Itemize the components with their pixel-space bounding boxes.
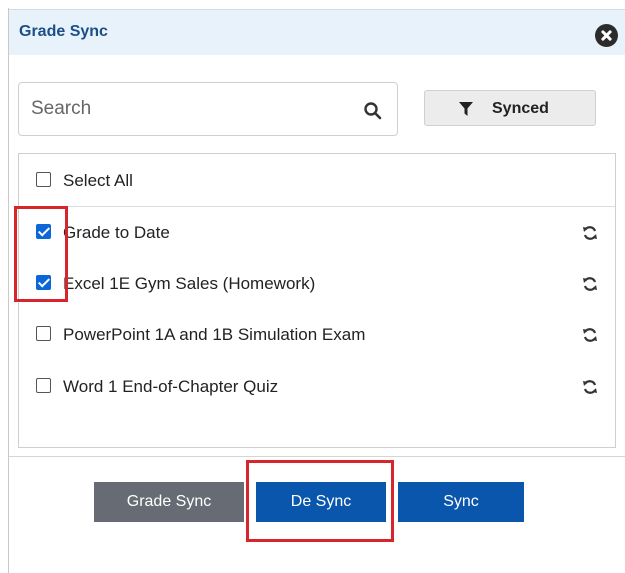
- item-checkbox[interactable]: [36, 326, 51, 341]
- item-checkbox[interactable]: [36, 378, 51, 393]
- close-icon[interactable]: [595, 24, 618, 47]
- sync-icon[interactable]: [582, 276, 598, 292]
- sync-icon[interactable]: [582, 379, 598, 395]
- grade-sync-button[interactable]: Grade Sync: [94, 482, 244, 522]
- sync-icon[interactable]: [582, 225, 598, 241]
- footer-divider: [9, 456, 625, 457]
- synced-filter-label: Synced: [492, 100, 549, 117]
- select-all-label: Select All: [63, 171, 133, 190]
- item-label: PowerPoint 1A and 1B Simulation Exam: [63, 325, 366, 344]
- list-item[interactable]: Word 1 End-of-Chapter Quiz: [19, 361, 615, 411]
- list-item[interactable]: Grade to Date: [19, 208, 615, 258]
- item-label: Grade to Date: [63, 223, 170, 242]
- list-item[interactable]: Excel 1E Gym Sales (Homework): [19, 258, 615, 308]
- dialog-title: Grade Sync: [19, 23, 108, 40]
- synced-filter-button[interactable]: Synced: [424, 90, 596, 126]
- search-icon[interactable]: [363, 101, 383, 121]
- grade-sync-dialog: Grade Sync Synced Select All Grade to Da…: [0, 0, 625, 573]
- search-input[interactable]: [31, 93, 351, 125]
- gradebook-item-list: Select All Grade to Date Excel 1E Gym Sa…: [18, 153, 616, 448]
- search-box[interactable]: [18, 82, 398, 136]
- dialog-header: Grade Sync: [9, 9, 625, 55]
- funnel-icon: [459, 102, 473, 116]
- item-label: Word 1 End-of-Chapter Quiz: [63, 377, 279, 396]
- sync-button[interactable]: Sync: [398, 482, 524, 522]
- dialog-border: [8, 8, 9, 573]
- item-label: Excel 1E Gym Sales (Homework): [63, 274, 316, 293]
- item-checkbox[interactable]: [36, 224, 51, 239]
- select-all-row[interactable]: Select All: [19, 154, 615, 207]
- list-item[interactable]: PowerPoint 1A and 1B Simulation Exam: [19, 309, 615, 359]
- sync-icon[interactable]: [582, 327, 598, 343]
- select-all-checkbox[interactable]: [36, 172, 51, 187]
- desync-button[interactable]: De Sync: [256, 482, 386, 522]
- item-checkbox[interactable]: [36, 275, 51, 290]
